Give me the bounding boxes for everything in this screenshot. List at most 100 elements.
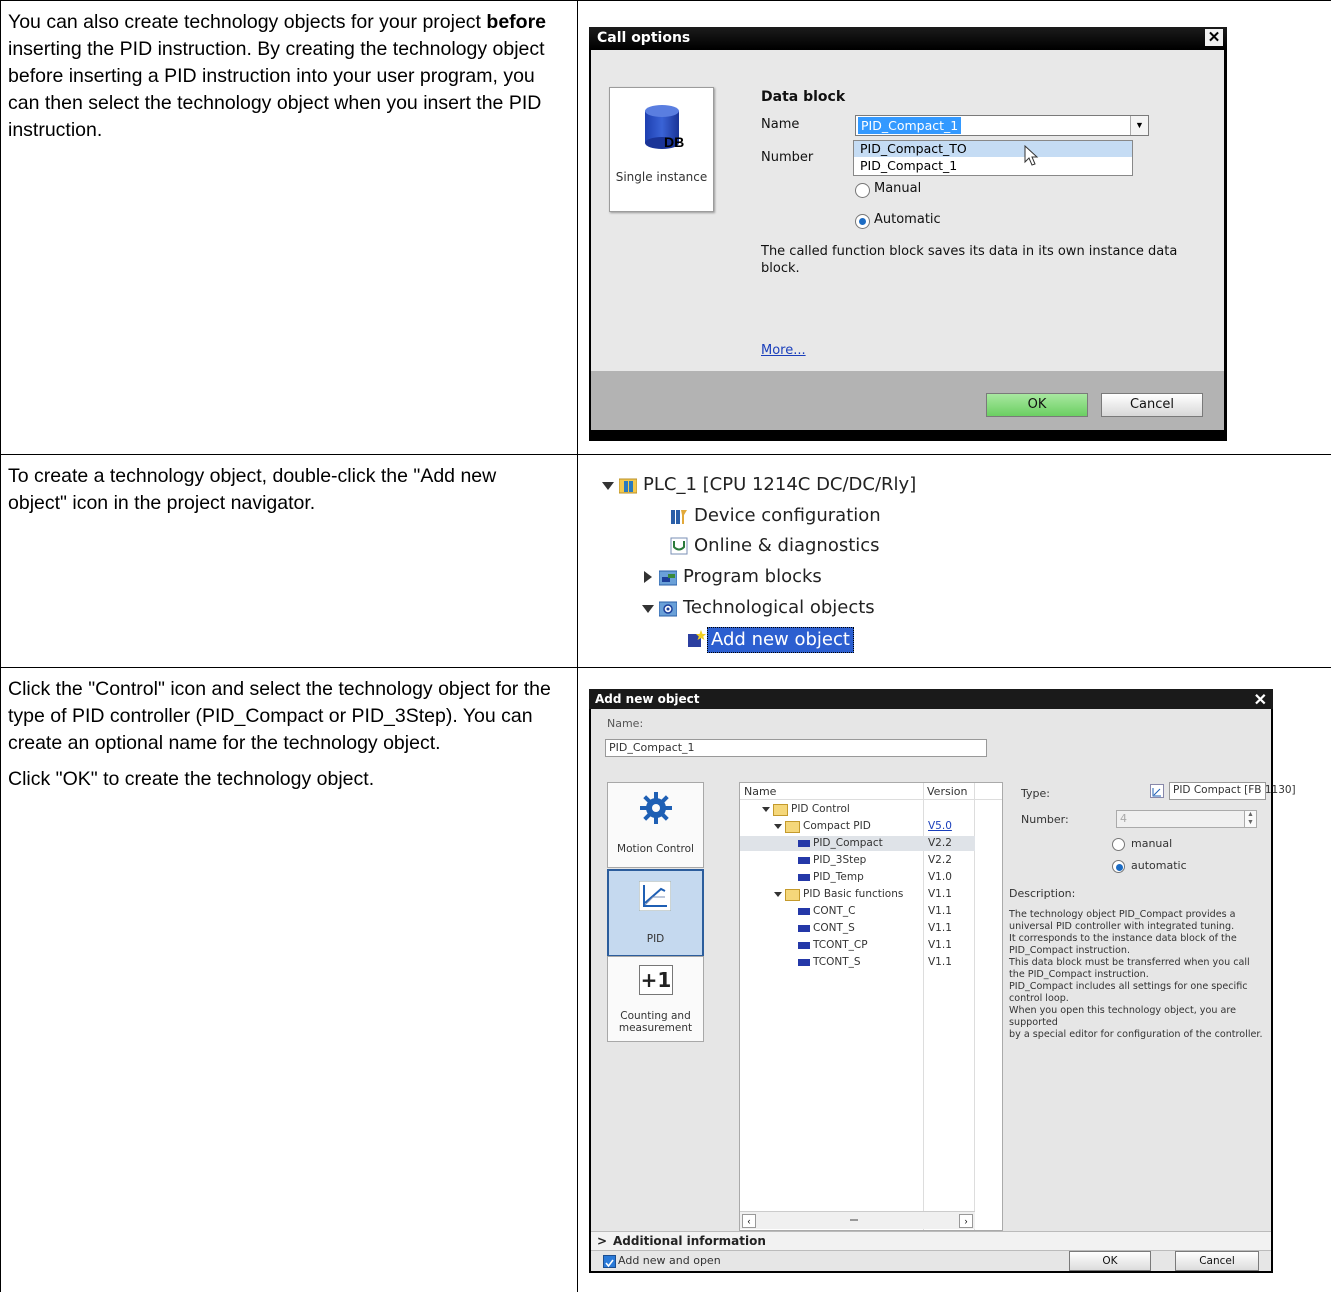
block-icon [798, 908, 810, 915]
radio-manual[interactable] [1112, 838, 1125, 851]
type-value: PID Compact [FB 1130] [1173, 784, 1296, 796]
description-label: Description: [1009, 887, 1076, 900]
category-pid[interactable]: PID [607, 869, 704, 957]
column-header-version[interactable]: Version [927, 785, 967, 798]
more-link[interactable]: More... [761, 343, 806, 358]
radio-manual[interactable] [855, 183, 870, 198]
horizontal-scrollbar[interactable]: ‹ › [740, 1211, 975, 1229]
ok-button[interactable]: OK [1069, 1251, 1151, 1271]
scroll-thumb[interactable] [850, 1219, 858, 1221]
cancel-button[interactable]: Cancel [1175, 1251, 1259, 1271]
type-icon [1150, 784, 1164, 798]
row1-text-part: You can also create technology objects f… [8, 11, 487, 33]
ok-button[interactable]: OK [986, 393, 1088, 417]
dialog-body: Name: PID_Compact_1 Motion Control PID +… [591, 709, 1296, 1271]
category-label: Counting and measurement [618, 1010, 693, 1034]
chevron-down-icon[interactable] [642, 605, 654, 613]
list-item-cont-s[interactable]: CONT_S V1.1 [740, 921, 975, 936]
chevron-right-icon[interactable]: > [597, 1234, 607, 1248]
dropdown-option[interactable]: PID_Compact_1 [854, 158, 1132, 174]
data-block-heading: Data block [761, 89, 846, 105]
name-input[interactable]: PID_Compact_1 [605, 739, 987, 757]
dialog-body: DB Single instance Data block Name Numbe… [591, 50, 1224, 402]
block-icon [798, 874, 810, 881]
dialog-title-bar: Add new object ✕ [589, 689, 1273, 709]
number-field[interactable]: 4 ▲ ▼ [1116, 810, 1257, 828]
plc-icon [619, 478, 637, 494]
dropdown-option[interactable]: PID_Compact_TO [854, 141, 1132, 157]
block-icon [798, 857, 810, 864]
dialog-footer: OK Cancel [591, 371, 1224, 431]
name-label: Name [761, 117, 800, 132]
radio-automatic-label: automatic [1131, 859, 1187, 872]
gear-icon [640, 792, 672, 824]
tree-item-plc[interactable]: PLC_1 [CPU 1214C DC/DC/Rly] [590, 472, 932, 498]
type-field: PID Compact [FB 1130] [1169, 782, 1296, 800]
close-icon[interactable]: ✕ [1205, 29, 1223, 46]
dialog-description: The called function block saves its data… [761, 244, 1178, 276]
additional-information-bar[interactable]: > Additional information [591, 1231, 1271, 1251]
list-item-pid-temp[interactable]: PID_Temp V1.0 [740, 870, 975, 885]
project-tree: PLC_1 [CPU 1214C DC/DC/Rly] Device confi… [590, 470, 932, 655]
radio-manual-label: Manual [874, 181, 922, 196]
chevron-down-icon[interactable]: ▼ [1130, 116, 1148, 135]
name-input-value: PID_Compact_1 [609, 741, 695, 754]
row3-paragraph-2: Click "OK" to create the technology obje… [8, 768, 375, 790]
dialog-title-bar: Call options ✕ [589, 27, 1227, 49]
name-dropdown-list: PID_Compact_TO PID_Compact_1 [853, 140, 1133, 176]
tree-item-label: PLC_1 [CPU 1214C DC/DC/Rly] [643, 474, 917, 495]
category-label: PID [646, 933, 665, 945]
category-label: Motion Control [617, 843, 694, 855]
list-item-pid-basic-functions[interactable]: PID Basic functions V1.1 [740, 887, 975, 902]
list-item-cont-c[interactable]: CONT_C V1.1 [740, 904, 975, 919]
folder-icon [773, 804, 788, 816]
list-item-pid-control[interactable]: PID Control [740, 802, 975, 817]
block-icon [798, 925, 810, 932]
category-motion-control[interactable]: Motion Control [607, 782, 704, 868]
row1-bold-word: before [486, 11, 547, 33]
program-blocks-icon [659, 570, 677, 586]
radio-manual-label: manual [1131, 837, 1173, 850]
pid-chart-icon [639, 881, 671, 911]
row3-paragraph-1: Click the "Control" icon and select the … [8, 678, 551, 754]
tree-item-label: Add new object [707, 627, 854, 653]
dialog-title: Call options [597, 30, 691, 46]
list-item-pid-compact[interactable]: PID_Compact V2.2 [740, 836, 975, 851]
scroll-left-icon[interactable]: ‹ [742, 1214, 756, 1228]
folder-icon [785, 889, 800, 901]
row2-text: To create a technology object, double-cl… [8, 463, 556, 526]
folder-icon [785, 821, 800, 833]
dialog-title: Add new object [595, 692, 700, 706]
additional-information-label: Additional information [613, 1234, 766, 1248]
list-item-tcont-cp[interactable]: TCONT_CP V1.1 [740, 938, 975, 953]
name-combobox[interactable]: PID_Compact_1 ▼ [855, 115, 1149, 136]
add-new-and-open-checkbox[interactable] [603, 1255, 616, 1268]
radio-automatic[interactable] [1112, 860, 1125, 873]
single-instance-label: Single instance [615, 170, 708, 184]
close-icon[interactable]: ✕ [1254, 690, 1267, 710]
add-new-and-open-label: Add new and open [618, 1254, 721, 1267]
list-item-tcont-s[interactable]: TCONT_S V1.1 [740, 955, 975, 970]
radio-automatic-label: Automatic [874, 212, 941, 227]
category-counting-measurement[interactable]: +1 Counting and measurement [607, 956, 704, 1042]
description-text: The technology object PID_Compact provid… [1009, 909, 1263, 1040]
chevron-right-icon[interactable] [644, 571, 652, 583]
add-new-object-icon [688, 630, 706, 647]
radio-automatic[interactable] [855, 214, 870, 229]
plus-one-icon: +1 [639, 965, 673, 995]
single-instance-tile[interactable]: DB Single instance [609, 87, 714, 212]
block-icon [798, 959, 810, 966]
scroll-right-icon[interactable]: › [959, 1214, 973, 1228]
block-icon [798, 840, 810, 847]
chevron-down-icon[interactable] [602, 482, 614, 490]
number-spinner[interactable]: ▲ ▼ [1244, 811, 1256, 827]
tree-item-label: Program blocks [683, 566, 822, 587]
tree-item-label: Technological objects [683, 597, 875, 618]
cancel-button[interactable]: Cancel [1101, 393, 1203, 417]
column-header-name[interactable]: Name [744, 785, 776, 798]
mouse-cursor-icon [1024, 145, 1039, 166]
device-configuration-icon [671, 510, 687, 524]
list-item-pid-3step[interactable]: PID_3Step V2.2 [740, 853, 975, 868]
list-item-compact-pid[interactable]: Compact PID V5.0 [740, 819, 975, 834]
tree-item-label: Device configuration [694, 505, 881, 526]
